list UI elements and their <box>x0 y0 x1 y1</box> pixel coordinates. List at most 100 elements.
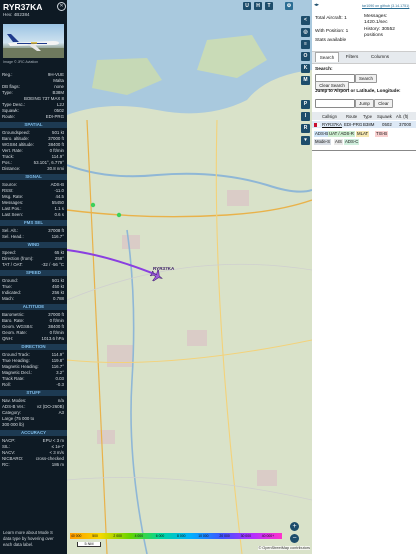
map-button-k[interactable]: K <box>301 64 310 73</box>
settings-gear-icon[interactable]: ⚙ <box>285 2 293 10</box>
close-icon[interactable]: ✕ <box>57 2 66 11</box>
source-legend-tag: ADS-B <box>314 131 330 137</box>
data-label[interactable]: QNH: <box>2 336 13 342</box>
data-value: 30.8 nmi <box>47 166 64 171</box>
source-legend-tag: UAT / ADS-R <box>328 131 355 137</box>
stats-available-link[interactable]: Stats available <box>315 38 346 43</box>
panel-toggle-icon[interactable]: ◂▸ <box>314 2 319 8</box>
data-label[interactable]: Distance: <box>2 166 20 172</box>
zoom-in-button[interactable]: + <box>290 522 299 531</box>
source-legend-tag: AIS <box>334 139 343 145</box>
jump-input[interactable] <box>315 99 355 108</box>
search-label: Search: <box>315 67 333 72</box>
map-button-center-icon[interactable]: ◎ <box>301 28 310 37</box>
data-row: Distance: 30.8 nmi <box>2 166 64 172</box>
aircraft-list-panel: ◂▸ tar1090 on github (3.14.1751) Total A… <box>312 0 416 554</box>
section-header-altitude: ALTITUDE <box>0 304 67 310</box>
data-row: Sel. Head.: 116.7° <box>2 234 64 240</box>
map-button-i[interactable]: I <box>301 112 310 121</box>
section-header-stuff: STUFF <box>0 390 67 396</box>
map-button-r[interactable]: R <box>301 124 310 133</box>
map-button-layers-icon[interactable]: ≡ <box>301 40 310 49</box>
altitude-legend-tick: 2 000 <box>113 534 122 538</box>
table-row[interactable]: RYR37KA EDI-PRG B38M 0502 37000 <box>312 121 416 128</box>
altitude-legend-tick: 6 000 <box>155 534 165 538</box>
clear-button[interactable]: Clear <box>374 99 393 108</box>
data-value: 116.7° <box>51 234 64 239</box>
aircraft-photo[interactable] <box>3 24 64 58</box>
version-link[interactable]: tar1090 on github (3.14.1751) <box>362 4 409 8</box>
column-header-altitude[interactable]: Alt. (ft) <box>396 113 408 120</box>
search-button[interactable]: Search <box>355 74 377 83</box>
altitude-legend-tick: 500 <box>92 534 98 538</box>
column-header-squawk[interactable]: Squawk <box>377 113 392 120</box>
source-legend-tag: Mode-S <box>314 139 332 145</box>
photo-caption: Image © JRC Aviation <box>3 60 39 64</box>
altitude-legend-tick: 20 000 <box>219 534 230 538</box>
data-row: RC: 186 m <box>2 462 64 468</box>
section-header-spatial: SPATIAL <box>0 122 67 128</box>
selected-callsign: RYR37KA <box>3 2 43 12</box>
jump-label: Jump to Airport or Latitude, Longitude: <box>315 88 401 93</box>
detail-value: EDI-PRG <box>45 114 64 119</box>
data-value: 0.6 s <box>54 212 64 217</box>
stat-total-aircraft: Total Aircraft: 1 <box>315 16 347 21</box>
tab-filters[interactable]: Filters <box>341 52 363 61</box>
data-label[interactable]: TAT / OAT: <box>2 262 23 268</box>
data-label[interactable]: Mach: <box>2 296 14 302</box>
section-header-fms-sel: FMS SEL <box>0 220 67 226</box>
map-button-t[interactable]: T <box>265 2 273 10</box>
data-row: Mach: 0.788 <box>2 296 64 302</box>
map-button-u[interactable]: U <box>243 2 251 10</box>
receiver-marker[interactable] <box>90 202 96 208</box>
altitude-legend-tick: 4 000 <box>134 534 144 538</box>
data-value: -0.3 <box>56 382 64 387</box>
detail-label: Route: <box>2 114 15 119</box>
source-legend-tag: MLAT <box>356 131 370 137</box>
data-label[interactable]: Last Seen: <box>2 212 23 218</box>
hint-line: each data label. <box>3 542 34 547</box>
data-row: 300 000 lb) <box>2 422 64 428</box>
map-button-o[interactable]: O <box>301 52 310 61</box>
data-value: 1013.6 hPa <box>41 336 64 341</box>
map-canvas[interactable] <box>67 0 312 554</box>
map-button-filter-icon[interactable]: ▾ <box>301 136 310 145</box>
column-header-callsign[interactable]: Callsign <box>322 113 337 120</box>
altitude-legend-tick: 40 000 <box>71 534 82 538</box>
zoom-out-button[interactable]: − <box>290 534 299 543</box>
scale-bar: 5 NM <box>77 542 101 547</box>
messages-rate: 1420.1/sec <box>364 20 388 25</box>
malta-flag-icon <box>314 122 320 127</box>
aircraft-detail-sidebar: RYR37KA Hex: 4B2384 ✕ Image © JRC Aviati… <box>0 0 67 554</box>
data-label[interactable]: Roll: <box>2 382 11 388</box>
data-value: 186 m <box>51 462 64 467</box>
altitude-legend-tick: 10 000 <box>198 534 209 538</box>
messages-label: Messages: <box>364 14 388 19</box>
map-button-h[interactable]: H <box>254 2 262 10</box>
column-header-route[interactable]: Route <box>346 113 357 120</box>
data-row: TAT / OAT: -32 / -56 °C <box>2 262 64 268</box>
section-header-accuracy: ACCURACY <box>0 430 67 436</box>
data-label[interactable]: Sel. Head.: <box>2 234 24 240</box>
section-header-signal: SIGNAL <box>0 174 67 180</box>
column-header-type[interactable]: Type <box>363 113 372 120</box>
altitude-legend-tick: 8 000 <box>177 534 186 538</box>
detail-row: Route: EDI-PRG <box>2 114 64 120</box>
data-row: Last Seen: 0.6 s <box>2 212 64 218</box>
receiver-marker[interactable] <box>116 212 122 218</box>
map-view[interactable]: U H T ⚙ < ◎ ≡ O K M P I R ▾ RYR37KA 40 0… <box>67 0 312 554</box>
tab-search[interactable]: Search <box>315 52 339 62</box>
history-unit: positions <box>364 33 383 38</box>
data-label[interactable]: RC: <box>2 462 10 468</box>
map-button-m[interactable]: M <box>301 76 310 85</box>
map-attribution[interactable]: © OpenStreetMap contributors <box>258 546 310 550</box>
map-button-p[interactable]: P <box>301 100 310 109</box>
map-button-collapse[interactable]: < <box>301 16 310 25</box>
jump-button[interactable]: Jump <box>355 99 374 108</box>
data-label[interactable]: 300 000 lb) <box>2 422 24 428</box>
data-row: Roll: -0.3 <box>2 382 64 388</box>
section-header-direction: DIRECTION <box>0 344 67 350</box>
section-header-wind: WIND <box>0 242 67 248</box>
airplane-photo-illustration <box>3 34 64 58</box>
tab-columns[interactable]: Columns <box>367 52 393 61</box>
